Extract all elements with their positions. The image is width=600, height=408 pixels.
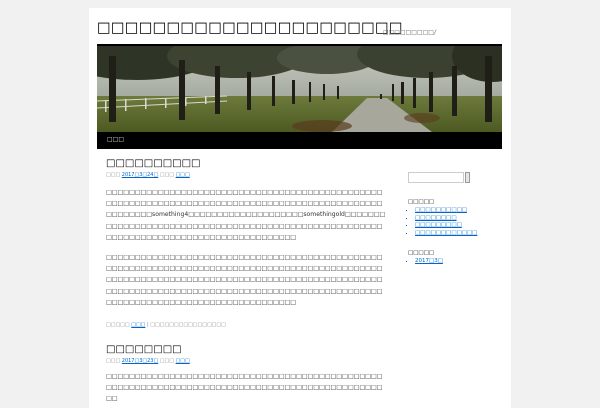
recent-post-link[interactable]: □□□□□□□□ (415, 215, 457, 221)
list-item[interactable]: □□□□□□□□□□ (415, 207, 498, 215)
menu-item-home[interactable]: □□□ (107, 136, 124, 143)
post-paragraph: □□□□□□□□□□□□□□□□□□□□□□□□□□□□□□□□□□□□□□□□… (106, 254, 383, 306)
list-item[interactable]: 2017□3□ (415, 258, 498, 266)
post-meta-prefix: □□□ (106, 358, 122, 364)
post-meta-prefix: □□□ (106, 172, 122, 178)
list-item[interactable]: □□□□□□□□ (415, 215, 498, 223)
sidebar: □□□□□ □□□□□□□□□□ □□□□□□□□ □□□□□□□□□ □□□□… (408, 167, 498, 266)
post-content: □□□□□□□□□□□□□□□□□□□□□□□□□□□□□□□□□□□□□□□□… (106, 187, 386, 308)
search-widget (408, 167, 498, 186)
post-date-link[interactable]: 2017□3□24□ (122, 172, 158, 178)
search-button[interactable] (465, 172, 470, 183)
site-title[interactable]: □□□□□□□□□□□□□□□□□□□□□□ (97, 20, 403, 36)
site-description: □□□□□□□□□/ (382, 29, 436, 36)
post-title[interactable]: □□□□□□□□ (106, 344, 386, 355)
post-article: □□□□□□□□ □□□ 2017□3□23□ □□□ □□□ □□□□□□□□… (106, 344, 386, 405)
post-util-prefix: □□□□□ (106, 322, 132, 329)
post-author-link[interactable]: □□□ (176, 358, 190, 364)
recent-posts-title: □□□□□ (408, 199, 434, 205)
archive-link[interactable]: 2017□3□ (415, 258, 443, 264)
recent-post-link[interactable]: □□□□□□□□□□ (415, 207, 467, 213)
header-banner-image (97, 46, 502, 132)
post-meta: □□□ 2017□3□24□ □□□ □□□ (106, 172, 386, 178)
post-util-suffix[interactable]: | □□□□□□□□□□□□□□□□ (145, 322, 226, 328)
post-category-link[interactable]: □□□ (131, 322, 145, 328)
page-wrapper: □□□□□□□□□□□□□□□□□□□□□□ □□□□□□□□□/ □□□ □□… (89, 8, 511, 408)
recent-post-link[interactable]: □□□□□□□□□ (415, 222, 462, 228)
recent-posts-list: □□□□□□□□□□ □□□□□□□□ □□□□□□□□□ □□□□□□□□□□… (408, 207, 498, 237)
list-item[interactable]: □□□□□□□□□□□□ (415, 230, 498, 238)
post-meta-mid: □□□ (158, 172, 176, 178)
list-item[interactable]: □□□□□□□□□ (415, 222, 498, 230)
main-menu-bar: □□□ (97, 132, 502, 149)
post-meta: □□□ 2017□3□23□ □□□ □□□ (106, 358, 386, 364)
post-meta-mid: □□□ (158, 358, 176, 364)
post-utility: □□□□□ □□□ | □□□□□□□□□□□□□□□□ (106, 322, 386, 328)
archives-list: 2017□3□ (408, 258, 498, 266)
post-article: □□□□□□□□□□ □□□ 2017□3□24□ □□□ □□□ □□□□□□… (106, 158, 386, 328)
recent-post-link[interactable]: □□□□□□□□□□□□ (415, 230, 477, 236)
post-title[interactable]: □□□□□□□□□□ (106, 158, 386, 169)
post-paragraph: □□□□□□□□□□□□□□□□□□□□□□□□□□□□□□□□□□□□□□□□… (106, 189, 386, 241)
post-date-link[interactable]: 2017□3□23□ (122, 358, 158, 364)
archives-title: □□□□□ (408, 250, 434, 256)
post-author-link[interactable]: □□□ (176, 172, 190, 178)
search-input[interactable] (408, 172, 464, 183)
